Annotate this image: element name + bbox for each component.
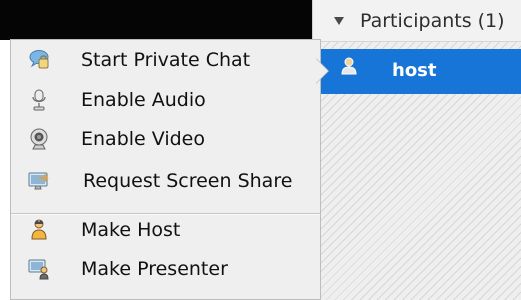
- screen-share-icon: [27, 169, 51, 193]
- menu-label: Make Presenter: [81, 258, 228, 280]
- webcam-icon: [27, 127, 51, 151]
- menu-item-make-presenter[interactable]: Make Presenter: [11, 250, 320, 288]
- top-dark-strip: [0, 0, 313, 40]
- participant-name: host: [392, 60, 437, 81]
- menu-item-make-host[interactable]: Make Host: [11, 211, 320, 249]
- menu-label: Request Screen Share: [83, 170, 293, 192]
- participants-header[interactable]: Participants (1): [313, 0, 521, 42]
- participants-context-window: Participants (1) host Start Private Chat…: [0, 0, 521, 300]
- participants-panel: Participants (1) host: [312, 0, 521, 300]
- participants-title: Participants (1): [360, 10, 505, 32]
- menu-item-start-private-chat[interactable]: Start Private Chat: [11, 41, 320, 79]
- user-icon: [340, 57, 358, 75]
- host-user-icon: [27, 218, 51, 242]
- chevron-down-icon[interactable]: [333, 16, 345, 26]
- menu-label: Enable Video: [81, 128, 205, 150]
- menu-item-enable-video[interactable]: Enable Video: [11, 120, 320, 158]
- menu-item-request-screen-share[interactable]: Request Screen Share: [11, 162, 320, 200]
- microphone-icon: [27, 88, 51, 112]
- menu-label: Make Host: [81, 219, 181, 241]
- menu-item-enable-audio[interactable]: Enable Audio: [11, 81, 320, 119]
- presenter-icon: [27, 257, 51, 281]
- participant-row-selected[interactable]: host: [313, 49, 521, 94]
- private-chat-icon: [27, 48, 51, 72]
- participant-context-menu: Start Private Chat Enable Audio Enable V…: [10, 39, 328, 300]
- menu-label: Enable Audio: [81, 89, 206, 111]
- menu-label: Start Private Chat: [81, 49, 251, 71]
